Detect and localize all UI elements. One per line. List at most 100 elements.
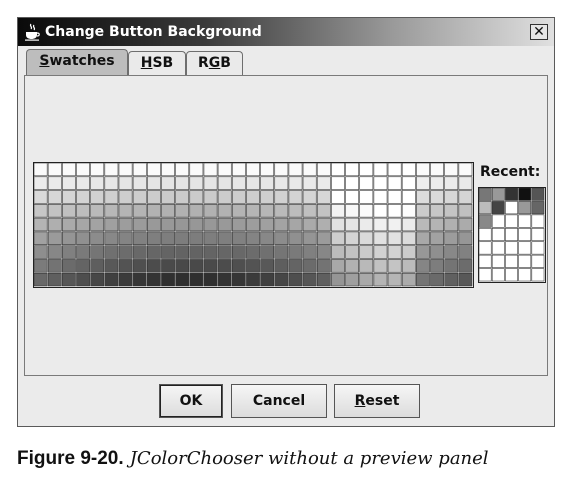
- color-swatch[interactable]: [331, 163, 345, 177]
- recent-swatch[interactable]: [479, 227, 492, 242]
- color-swatch[interactable]: [359, 259, 374, 273]
- recent-swatch[interactable]: [479, 268, 492, 282]
- color-swatch[interactable]: [90, 245, 105, 259]
- recent-swatch[interactable]: [491, 214, 505, 228]
- color-swatch[interactable]: [161, 217, 175, 232]
- color-swatch[interactable]: [34, 245, 48, 259]
- color-swatch[interactable]: [401, 259, 416, 273]
- color-swatch[interactable]: [132, 231, 147, 245]
- color-swatch[interactable]: [260, 204, 275, 218]
- color-swatch[interactable]: [401, 245, 416, 259]
- color-swatch[interactable]: [416, 176, 430, 190]
- color-swatch[interactable]: [260, 217, 275, 232]
- color-swatch[interactable]: [260, 231, 275, 245]
- color-swatch[interactable]: [62, 231, 76, 245]
- color-swatch[interactable]: [132, 163, 147, 177]
- color-swatch[interactable]: [288, 176, 303, 190]
- color-swatch[interactable]: [401, 217, 416, 232]
- color-swatch[interactable]: [104, 217, 119, 232]
- recent-swatch[interactable]: [531, 254, 545, 268]
- color-swatch[interactable]: [217, 231, 232, 245]
- color-swatch[interactable]: [274, 163, 289, 177]
- color-swatch[interactable]: [302, 204, 317, 218]
- color-swatch[interactable]: [203, 245, 218, 259]
- color-swatch[interactable]: [274, 190, 289, 204]
- color-swatch[interactable]: [231, 245, 246, 259]
- color-swatch[interactable]: [76, 245, 90, 259]
- color-swatch[interactable]: [246, 217, 260, 232]
- color-swatch[interactable]: [161, 231, 175, 245]
- recent-swatch[interactable]: [531, 241, 545, 255]
- color-swatch[interactable]: [387, 204, 402, 218]
- color-swatch[interactable]: [246, 176, 260, 190]
- recent-swatch[interactable]: [518, 241, 532, 255]
- color-swatch[interactable]: [132, 259, 147, 273]
- color-swatch[interactable]: [104, 245, 119, 259]
- color-swatch[interactable]: [458, 176, 473, 190]
- color-swatch[interactable]: [189, 176, 204, 190]
- color-swatch[interactable]: [246, 163, 260, 177]
- color-swatch[interactable]: [76, 259, 90, 273]
- color-swatch[interactable]: [387, 176, 402, 190]
- color-swatch[interactable]: [316, 217, 331, 232]
- color-swatch[interactable]: [76, 231, 90, 245]
- color-swatch[interactable]: [132, 272, 147, 287]
- color-swatch[interactable]: [458, 204, 473, 218]
- tab-rgb[interactable]: RGB: [186, 51, 243, 75]
- color-swatch[interactable]: [217, 176, 232, 190]
- color-swatch[interactable]: [146, 259, 161, 273]
- color-swatch[interactable]: [387, 231, 402, 245]
- color-swatch[interactable]: [302, 231, 317, 245]
- recent-swatch[interactable]: [518, 201, 532, 215]
- color-swatch[interactable]: [274, 272, 289, 287]
- color-swatch[interactable]: [47, 217, 62, 232]
- color-swatch[interactable]: [359, 217, 374, 232]
- color-swatch[interactable]: [260, 259, 275, 273]
- color-swatch[interactable]: [47, 272, 62, 287]
- color-swatch[interactable]: [401, 176, 416, 190]
- recent-swatch[interactable]: [505, 268, 518, 282]
- color-swatch[interactable]: [146, 231, 161, 245]
- color-swatch[interactable]: [416, 190, 430, 204]
- color-swatch[interactable]: [118, 190, 133, 204]
- color-swatch[interactable]: [416, 163, 430, 177]
- color-swatch[interactable]: [161, 190, 175, 204]
- recent-swatch[interactable]: [531, 201, 545, 215]
- recent-swatch[interactable]: [518, 188, 532, 201]
- ok-button[interactable]: OK: [159, 384, 223, 418]
- color-swatch[interactable]: [444, 231, 459, 245]
- color-swatch[interactable]: [146, 245, 161, 259]
- color-swatch[interactable]: [387, 163, 402, 177]
- color-swatch[interactable]: [47, 163, 62, 177]
- color-swatch[interactable]: [76, 272, 90, 287]
- color-swatch[interactable]: [444, 272, 459, 287]
- color-swatch[interactable]: [203, 217, 218, 232]
- color-swatch[interactable]: [387, 259, 402, 273]
- recent-swatch[interactable]: [505, 227, 518, 242]
- recent-swatch[interactable]: [505, 188, 518, 201]
- color-swatch[interactable]: [175, 245, 190, 259]
- color-swatch[interactable]: [118, 217, 133, 232]
- color-swatch[interactable]: [387, 190, 402, 204]
- color-swatch[interactable]: [274, 259, 289, 273]
- color-swatch[interactable]: [288, 231, 303, 245]
- color-swatch[interactable]: [416, 217, 430, 232]
- color-swatch[interactable]: [175, 231, 190, 245]
- color-swatch[interactable]: [118, 272, 133, 287]
- color-swatch[interactable]: [288, 272, 303, 287]
- color-swatch[interactable]: [104, 190, 119, 204]
- color-swatch[interactable]: [217, 259, 232, 273]
- color-swatch[interactable]: [146, 217, 161, 232]
- color-swatch[interactable]: [458, 231, 473, 245]
- recent-swatch[interactable]: [518, 227, 532, 242]
- color-swatch[interactable]: [316, 190, 331, 204]
- color-swatch[interactable]: [132, 217, 147, 232]
- color-swatch[interactable]: [373, 190, 388, 204]
- color-swatch[interactable]: [274, 231, 289, 245]
- color-swatch[interactable]: [373, 259, 388, 273]
- recent-swatch[interactable]: [531, 268, 545, 282]
- color-swatch[interactable]: [430, 190, 444, 204]
- color-swatch[interactable]: [118, 231, 133, 245]
- color-swatch[interactable]: [359, 272, 374, 287]
- color-swatch[interactable]: [316, 204, 331, 218]
